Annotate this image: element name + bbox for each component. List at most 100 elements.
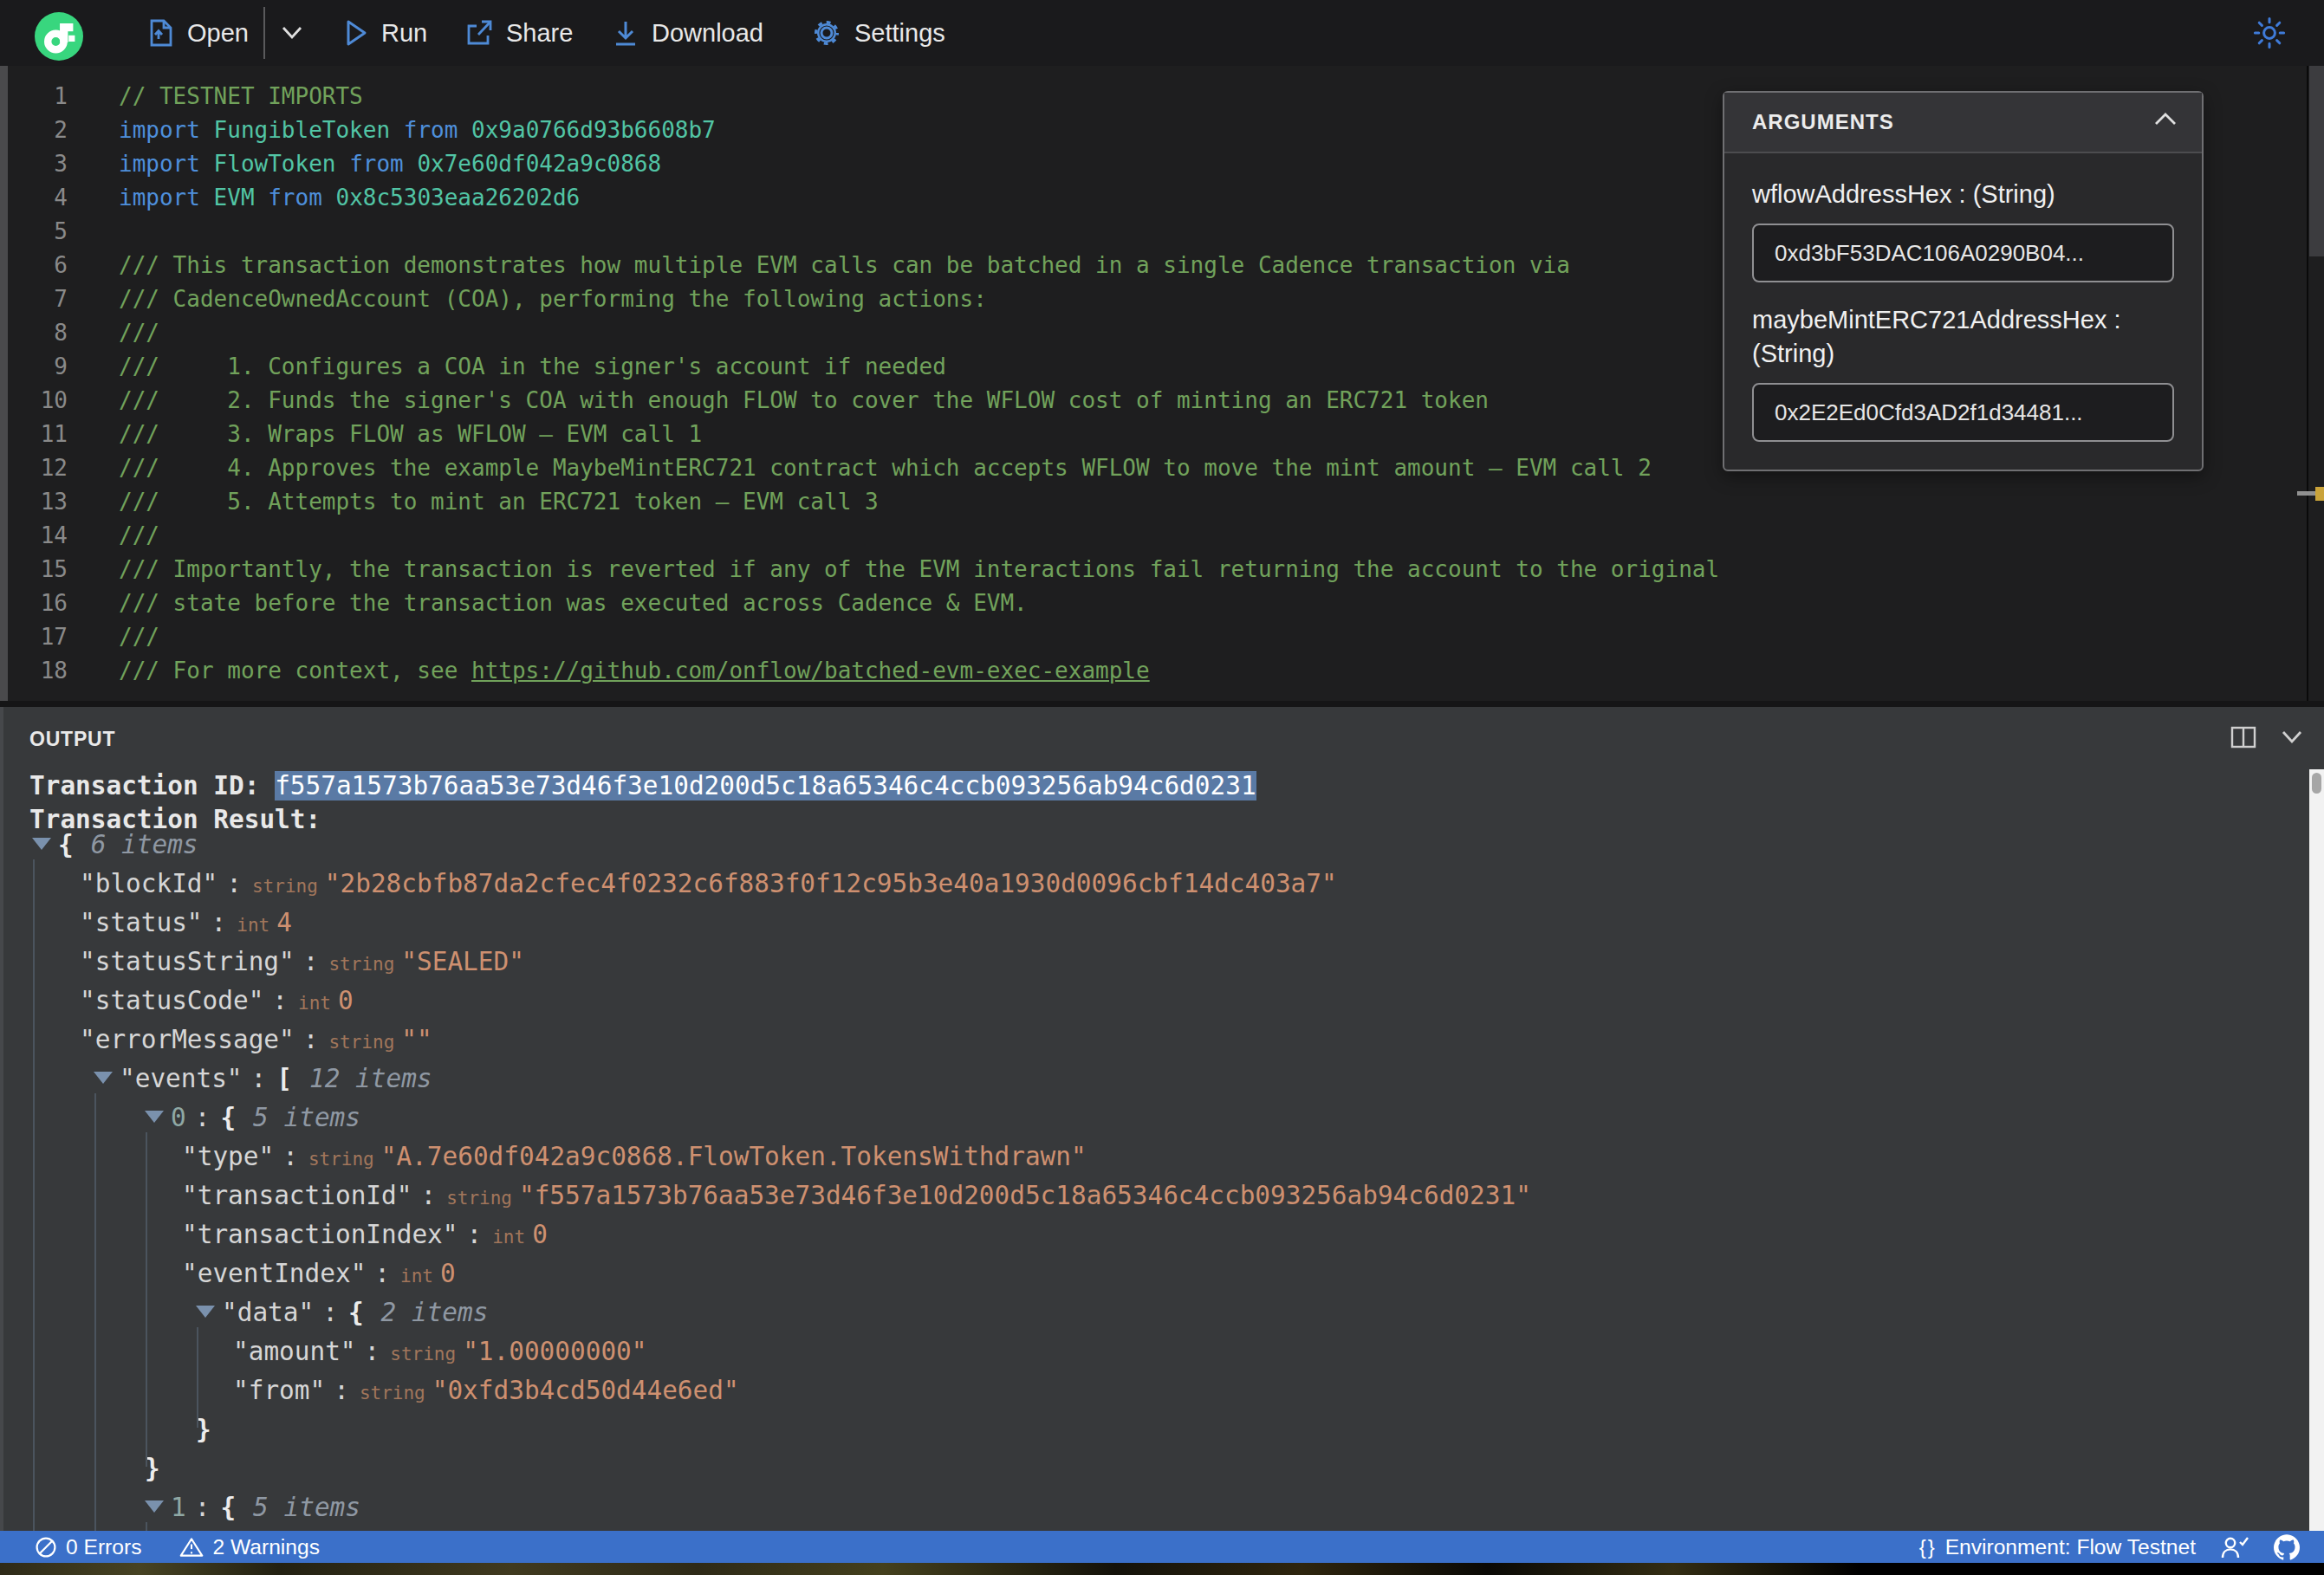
json-tree-row[interactable]: "from":string"0xfd3b4cd50d44e6ed" bbox=[0, 1371, 2324, 1410]
json-tree-row[interactable]: } bbox=[0, 1449, 2324, 1488]
run-button[interactable]: Run bbox=[343, 0, 427, 66]
open-label: Open bbox=[187, 19, 249, 48]
tree-collapse-arrow-icon[interactable] bbox=[196, 1306, 215, 1318]
line-number: 4 bbox=[8, 181, 68, 215]
warnings-label: 2 Warnings bbox=[212, 1535, 319, 1559]
error-icon bbox=[35, 1536, 57, 1559]
output-left-edge bbox=[0, 707, 3, 1531]
feedback-icon[interactable] bbox=[2220, 1535, 2249, 1559]
overview-ruler-cursor-mark bbox=[2297, 491, 2316, 496]
code-line[interactable]: 18/// For more context, see https://gith… bbox=[8, 654, 2324, 688]
tree-collapse-arrow-icon[interactable] bbox=[32, 838, 51, 850]
tree-collapse-arrow-icon[interactable] bbox=[94, 1072, 113, 1084]
warnings-status[interactable]: 2 Warnings bbox=[179, 1535, 319, 1559]
code-line[interactable]: 13/// 5. Attempts to mint an ERC721 toke… bbox=[8, 485, 2324, 519]
json-tree-row[interactable]: } bbox=[0, 1410, 2324, 1449]
tree-indent-guide bbox=[146, 1132, 147, 1467]
transaction-id-label: Transaction ID: bbox=[29, 771, 275, 800]
tree-collapse-arrow-icon[interactable] bbox=[145, 1111, 164, 1123]
code-text: // TESTNET IMPORTS bbox=[119, 80, 363, 113]
code-text: /// state before the transaction was exe… bbox=[119, 587, 1028, 620]
output-scrollbar-track[interactable] bbox=[2309, 769, 2324, 1531]
tree-collapse-arrow-icon[interactable] bbox=[145, 1500, 164, 1513]
code-line[interactable]: 15 /// Importantly, the transaction is re… bbox=[8, 553, 2324, 587]
theme-toggle-button[interactable] bbox=[2253, 0, 2286, 66]
environment-status[interactable]: {} Environment: Flow Testnet bbox=[1919, 1535, 2196, 1559]
editor-scrollbar-divider bbox=[2307, 66, 2308, 701]
line-number: 16 bbox=[8, 587, 68, 620]
line-number: 9 bbox=[8, 350, 68, 384]
split-view-icon[interactable] bbox=[2230, 726, 2256, 749]
run-label: Run bbox=[381, 19, 427, 48]
editor-vertical-scrollbar-thumb[interactable] bbox=[2309, 66, 2324, 256]
code-line[interactable]: 17/// bbox=[8, 620, 2324, 654]
json-tree-row[interactable]: "type":string"A.7e60df042a9c0868.FlowTok… bbox=[0, 1138, 2324, 1176]
line-number: 11 bbox=[8, 418, 68, 451]
errors-status[interactable]: 0 Errors bbox=[35, 1535, 141, 1559]
open-dropdown-button[interactable] bbox=[281, 0, 303, 66]
line-number: 1 bbox=[8, 80, 68, 113]
github-icon[interactable] bbox=[2274, 1534, 2300, 1560]
code-text: /// bbox=[119, 519, 159, 553]
line-number: 10 bbox=[8, 384, 68, 418]
line-number: 6 bbox=[8, 249, 68, 282]
tree-indent-guide bbox=[146, 1522, 147, 1531]
line-number: 14 bbox=[8, 519, 68, 553]
json-tree-row[interactable]: "errorMessage":string"" bbox=[0, 1021, 2324, 1060]
json-tree-row[interactable]: "amount":string"1.00000000" bbox=[0, 1332, 2324, 1371]
download-label: Download bbox=[652, 19, 763, 48]
open-file-icon bbox=[147, 18, 175, 48]
collapse-output-chevron-icon[interactable] bbox=[2281, 729, 2303, 745]
json-tree-row[interactable]: "eventIndex":int0 bbox=[0, 1254, 2324, 1293]
code-text: import EVM from 0x8c5303eaa26202d6 bbox=[119, 181, 580, 215]
open-button[interactable]: Open bbox=[147, 0, 249, 66]
code-text: /// 1. Configures a COA in the signer's … bbox=[119, 350, 946, 384]
output-scrollbar-thumb[interactable] bbox=[2312, 773, 2321, 794]
gear-icon bbox=[811, 17, 842, 49]
output-header: OUTPUT bbox=[0, 707, 2324, 769]
json-tree-row[interactable]: "data":{2 items bbox=[0, 1293, 2324, 1332]
settings-button[interactable]: Settings bbox=[811, 0, 945, 66]
json-tree-row[interactable]: "blockId":string"2b28cbfb87da2cfec4f0232… bbox=[0, 865, 2324, 904]
chevron-up-icon[interactable] bbox=[2153, 112, 2178, 127]
share-icon bbox=[464, 18, 494, 48]
line-number: 2 bbox=[8, 113, 68, 147]
json-tree-row[interactable]: {6 items bbox=[0, 826, 2324, 865]
download-button[interactable]: Download bbox=[612, 0, 763, 66]
transaction-id-value[interactable]: f557a1573b76aa53e73d46f3e10d200d5c18a653… bbox=[275, 771, 1256, 800]
code-line[interactable]: 16 /// state before the transaction was e… bbox=[8, 587, 2324, 620]
code-text: /// Importantly, the transaction is reve… bbox=[119, 553, 1719, 587]
arguments-panel-header[interactable]: ARGUMENTS bbox=[1724, 93, 2202, 153]
json-tree-row[interactable]: "statusString":string"SEALED" bbox=[0, 943, 2324, 982]
flow-playground-app: Open Run Share Dow bbox=[0, 0, 2324, 1575]
json-tree-row[interactable]: "events":[12 items bbox=[0, 1060, 2324, 1099]
json-tree-row[interactable]: 1:{5 items bbox=[0, 1488, 2324, 1527]
flow-logo[interactable] bbox=[35, 12, 83, 61]
settings-label: Settings bbox=[854, 19, 945, 48]
code-text: import FlowToken from 0x7e60df042a9c0868 bbox=[119, 147, 661, 181]
line-number: 3 bbox=[8, 147, 68, 181]
errors-label: 0 Errors bbox=[66, 1535, 141, 1559]
argument-input[interactable]: 0x2E2Ed0Cfd3AD2f1d34481... bbox=[1752, 383, 2174, 442]
output-title: OUTPUT bbox=[29, 728, 115, 751]
chevron-down-icon bbox=[281, 25, 303, 41]
code-line[interactable]: 14 /// bbox=[8, 519, 2324, 553]
json-tree-row[interactable]: "status":int4 bbox=[0, 904, 2324, 943]
line-number: 18 bbox=[8, 654, 68, 688]
status-bar: 0 Errors 2 Warnings {} Environment: Flow… bbox=[0, 1531, 2324, 1563]
flow-logo-icon bbox=[35, 12, 83, 61]
json-tree-row[interactable]: "statusCode":int0 bbox=[0, 982, 2324, 1021]
argument-input[interactable]: 0xd3bF53DAC106A0290B04... bbox=[1752, 224, 2174, 282]
transaction-id-row: Transaction ID: f557a1573b76aa53e73d46f3… bbox=[0, 769, 2324, 803]
json-tree-row[interactable]: "transactionIndex":int0 bbox=[0, 1215, 2324, 1254]
output-content[interactable]: Transaction ID: f557a1573b76aa53e73d46f3… bbox=[0, 769, 2324, 1531]
arguments-title: ARGUMENTS bbox=[1724, 110, 1894, 134]
share-button[interactable]: Share bbox=[464, 0, 573, 66]
code-text: /// CadenceOwnedAccount (COA), performin… bbox=[119, 282, 987, 316]
toolbar: Open Run Share Dow bbox=[0, 0, 2324, 66]
json-tree-row[interactable]: 0:{5 items bbox=[0, 1099, 2324, 1138]
json-tree-row[interactable]: "transactionId":string"f557a1573b76aa53e… bbox=[0, 1176, 2324, 1215]
editor-output-divider[interactable] bbox=[0, 701, 2324, 707]
warning-icon bbox=[179, 1536, 204, 1559]
line-number: 15 bbox=[8, 553, 68, 587]
